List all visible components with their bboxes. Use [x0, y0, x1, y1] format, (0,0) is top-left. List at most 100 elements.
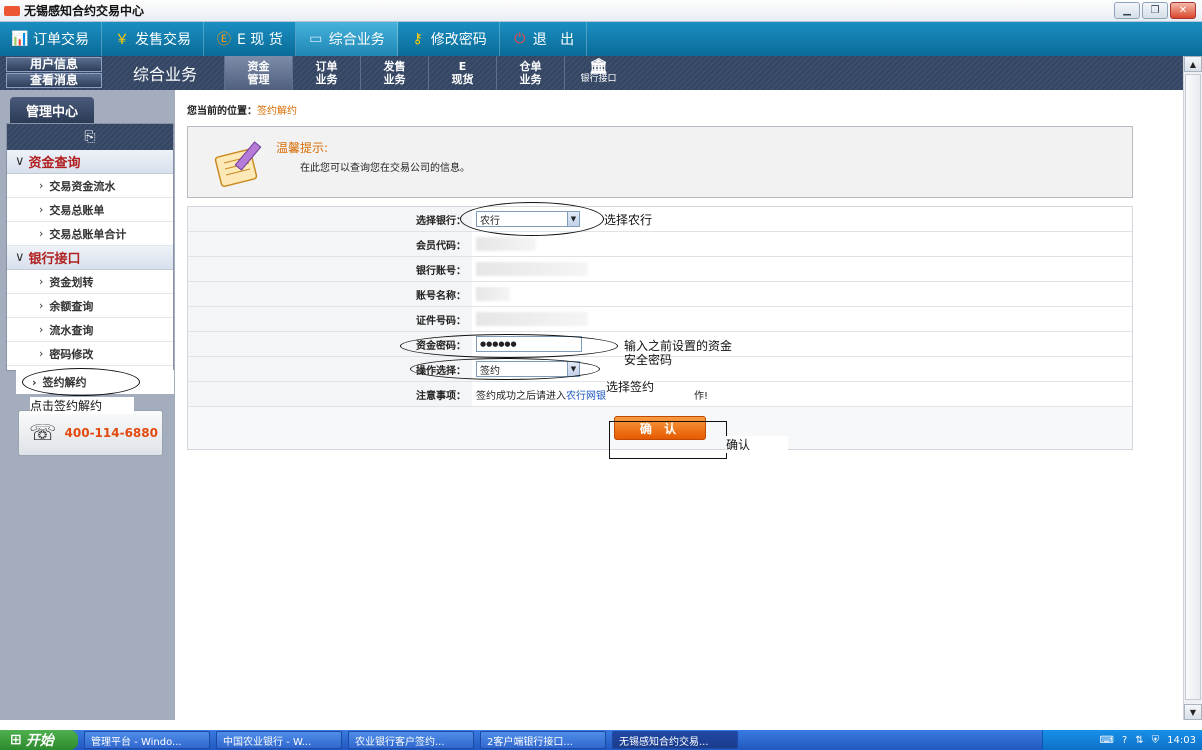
sub-header: 用户信息 查看消息 综合业务 资金 管理 订单 业务 发售 业务 E 现货 仓单 业务 🏛…	[0, 56, 1183, 90]
nav-comprehensive[interactable]: ▭ 综合业务	[295, 22, 398, 56]
sidebar-item[interactable]: › 密码修改	[7, 342, 173, 366]
main-content: 您当前的位置：签约解约 温馨提示: 在此您可以查询您在交易公司的信息。 选择银行…	[175, 90, 1183, 720]
module-label: 业务	[315, 73, 338, 86]
group-label: 资金查询	[28, 156, 81, 171]
top-nav: 📊 订单交易 ￥ 发售交易 Ⓔ E 现 货 ▭ 综合业务 ⚷ 修改密码 ⏻ 退 出	[0, 22, 1202, 56]
name-label: 账号名称：	[188, 282, 472, 306]
sidebar-item[interactable]: › 流水查询	[7, 318, 173, 342]
sign-form: 选择银行： 农行 ▼ 会员代码： 银行账号： 账号名称： 证件号码： 资金密码： …	[187, 206, 1133, 450]
annotation-bank: 选择农行	[604, 211, 653, 228]
module-fund-management[interactable]: 资金 管理	[224, 56, 292, 90]
close-button[interactable]: ✕	[1170, 2, 1196, 19]
nav-label: 修改密码	[430, 32, 487, 48]
sidebar-item[interactable]: › 余额查询	[7, 294, 173, 318]
minimize-button[interactable]: ▁	[1114, 2, 1140, 19]
group-label: 银行接口	[28, 252, 81, 267]
name-value-cell	[472, 282, 1132, 306]
hotline-box: ☏ 400-114-6880	[18, 410, 163, 456]
abc-netbank-link[interactable]: 农行网银	[566, 387, 606, 402]
annotation-operation: 选择签约	[606, 378, 655, 395]
taskbar-item[interactable]: 农业银行客户签约...	[348, 731, 474, 749]
module-order-business[interactable]: 订单 业务	[292, 56, 360, 90]
clipboard-icon[interactable]: ⎘	[84, 129, 95, 145]
annotation-ellipse-bank	[460, 202, 604, 236]
taskbar-item[interactable]: 2客户端银行接口...	[480, 731, 606, 749]
maximize-button[interactable]: ❐	[1142, 2, 1168, 19]
sidebar-item[interactable]: › 资金划转	[7, 270, 173, 294]
nav-logout[interactable]: ⏻ 退 出	[500, 22, 588, 56]
chevron-right-icon: ›	[39, 227, 44, 240]
nav-label: 发售交易	[135, 32, 191, 48]
chevron-right-icon: ›	[39, 275, 44, 288]
shield-icon[interactable]: ⛨	[1152, 735, 1160, 746]
account-value-cell	[472, 257, 1132, 281]
annotation-sidebar: 点击签约解约	[30, 397, 134, 414]
nav-change-password[interactable]: ⚷ 修改密码	[398, 22, 500, 56]
key-icon: ⚷	[412, 31, 423, 47]
taskbar-item-active[interactable]: 无锡感知合约交易...	[612, 731, 738, 749]
taskbar-item[interactable]: 中国农业银行 - W...	[216, 731, 342, 749]
view-messages-button[interactable]: 查看消息	[6, 73, 102, 88]
sidebar-item[interactable]: › 交易资金流水	[7, 174, 173, 198]
nav-e-spot[interactable]: Ⓔ E 现 货	[204, 22, 296, 56]
sidebar-tab-management[interactable]: 管理中心	[10, 97, 94, 123]
clock: 14:03	[1167, 734, 1196, 746]
tip-box: 温馨提示: 在此您可以查询您在交易公司的信息。	[187, 126, 1133, 198]
form-row-account: 银行账号：	[188, 257, 1132, 282]
vertical-scrollbar[interactable]: ▲ ▼	[1183, 56, 1202, 720]
notepad-pencil-icon	[214, 141, 262, 188]
sidebar-item[interactable]: › 交易总账单	[7, 198, 173, 222]
network-icon[interactable]: ⇅	[1135, 735, 1143, 746]
note-label: 注意事项：	[188, 382, 472, 406]
chevron-right-icon: ›	[39, 203, 44, 216]
module-e-spot[interactable]: E 现货	[428, 56, 496, 90]
start-label: 开始	[25, 733, 54, 749]
bank-building-icon: 🏛	[588, 57, 609, 75]
item-label: 交易资金流水	[49, 179, 116, 193]
yen-icon: ￥	[115, 32, 129, 48]
scroll-up-icon[interactable]: ▲	[1184, 56, 1202, 72]
annotation-rect-confirm	[609, 421, 727, 459]
module-warehouse-business[interactable]: 仓单 业务	[496, 56, 564, 90]
hotline-number: 400-114-6880	[64, 426, 158, 440]
bank-label: 选择银行：	[188, 207, 472, 231]
monitor-icon: ▭	[309, 31, 323, 47]
nav-label: 订单交易	[33, 32, 89, 48]
section-title: 综合业务	[132, 65, 197, 84]
quick-links: 用户信息 查看消息	[0, 56, 106, 90]
redacted-value	[476, 262, 588, 276]
nav-order-trading[interactable]: 📊 订单交易	[0, 22, 102, 56]
nav-issue-trading[interactable]: ￥ 发售交易	[102, 22, 204, 56]
nav-label: 综合业务	[328, 32, 385, 48]
redacted-value	[476, 237, 536, 251]
module-label: 仓单	[519, 60, 542, 73]
keyboard-icon[interactable]: ⌨	[1100, 735, 1114, 746]
user-info-button[interactable]: 用户信息	[6, 57, 102, 72]
redacted-value	[476, 312, 588, 326]
scroll-down-icon[interactable]: ▼	[1184, 704, 1202, 720]
member-label: 会员代码：	[188, 232, 472, 256]
module-bank-interface[interactable]: 🏛 银行接口	[564, 56, 632, 90]
note-text: 签约成功之后请进入	[476, 390, 566, 402]
power-icon: ⏻	[514, 31, 526, 47]
scroll-thumb[interactable]	[1185, 74, 1201, 700]
bar-chart-icon: 📊	[11, 31, 29, 47]
breadcrumb-current[interactable]: 签约解约	[257, 106, 297, 117]
annotation-ellipse-operation	[410, 358, 600, 380]
taskbar-item[interactable]: 管理平台 - Windo...	[84, 731, 210, 749]
start-button[interactable]: ⊞ 开始	[0, 730, 78, 750]
module-issue-business[interactable]: 发售 业务	[360, 56, 428, 90]
sidebar-group-bank-interface[interactable]: ∨ 银行接口	[7, 246, 173, 270]
redacted-value	[476, 287, 510, 301]
help-icon[interactable]: ?	[1122, 735, 1127, 746]
chevron-right-icon: ›	[39, 347, 44, 360]
module-label: 现货	[451, 73, 474, 86]
chevron-right-icon: ›	[39, 323, 44, 336]
system-tray: ⌨ ? ⇅ ⛨ 14:03	[1042, 730, 1202, 750]
annotation-password: 输入之前设置的资金安全密码	[624, 339, 733, 367]
form-row-member: 会员代码：	[188, 232, 1132, 257]
sidebar-group-fund-query[interactable]: ∨ 资金查询	[7, 150, 173, 174]
window-controls: ▁ ❐ ✕	[1114, 2, 1196, 19]
sidebar-item[interactable]: › 交易总账单合计	[7, 222, 173, 246]
module-label: E	[458, 60, 467, 73]
